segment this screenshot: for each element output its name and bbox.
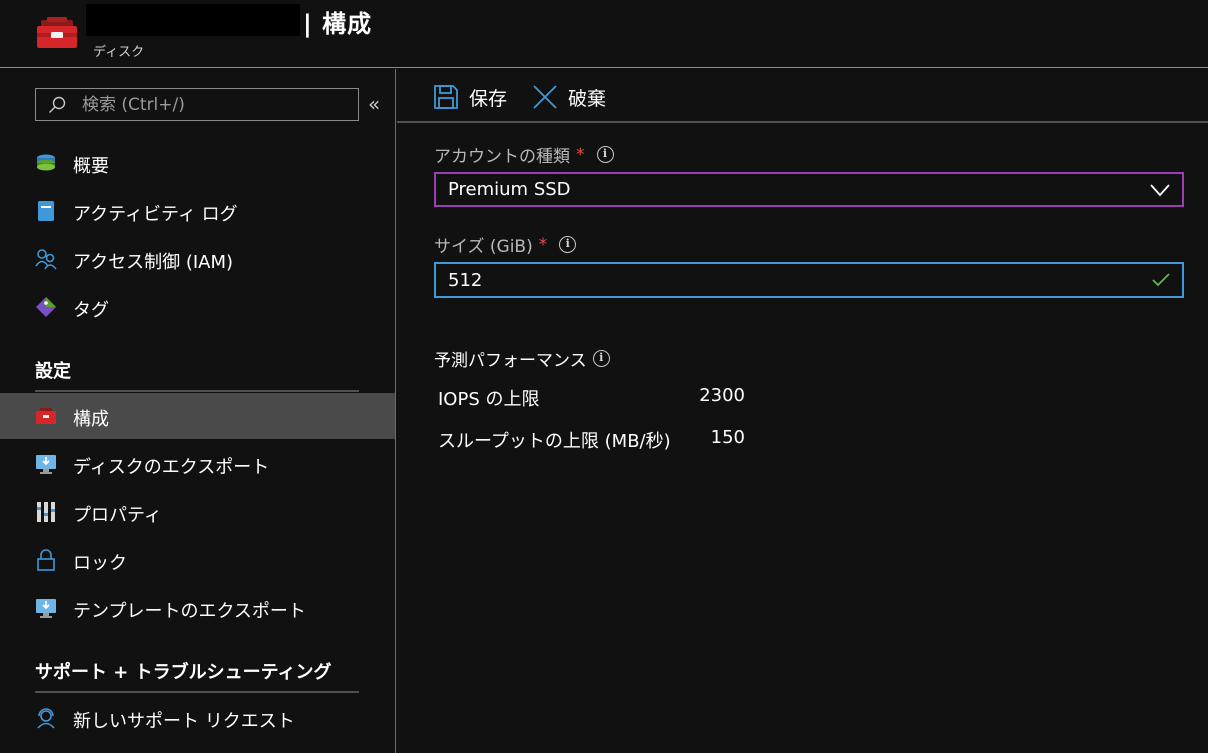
sidebar-nav: « 概要 アクティビティ ログ アクセス制御 (IAM) [0, 69, 396, 753]
iam-people-icon [35, 249, 57, 270]
sidebar-item-label: タグ [73, 300, 109, 321]
size-field[interactable] [434, 262, 1184, 298]
sidebar-item-tags[interactable]: タグ [0, 284, 395, 330]
discard-x-icon [533, 85, 557, 109]
account-type-dropdown[interactable]: Premium SSD [434, 172, 1184, 207]
sidebar-item-label: ディスクのエクスポート [73, 457, 270, 478]
throughput-limit-value: 150 [710, 427, 745, 448]
sidebar-item-disk-export[interactable]: ディスクのエクスポート [0, 441, 395, 487]
search-box[interactable] [35, 88, 359, 121]
command-bar: 保存 破棄 [397, 69, 1208, 123]
main-content: 保存 破棄 アカウントの種類 * i Premium SSD サイズ (GiB)… [397, 69, 1208, 753]
sidebar-item-iam[interactable]: アクセス制御 (IAM) [0, 236, 395, 282]
required-marker: * [538, 234, 548, 255]
section-header-support: サポート + トラブルシューティング [35, 662, 332, 683]
template-export-icon [36, 599, 56, 618]
disk-export-icon [36, 455, 56, 474]
sidebar-item-new-support-request[interactable]: 新しいサポート リクエスト [0, 695, 395, 741]
size-label: サイズ (GiB) * i [434, 232, 577, 257]
sidebar-item-configuration[interactable]: 構成 [0, 393, 395, 439]
throughput-limit-label: スループットの上限 (MB/秒) [438, 431, 671, 452]
overview-disk-icon [37, 154, 55, 171]
search-icon [49, 96, 66, 113]
sidebar-item-lock[interactable]: ロック [0, 537, 395, 583]
save-label: 保存 [469, 87, 508, 110]
collapse-sidebar-icon[interactable]: « [368, 94, 380, 114]
sidebar-item-label: プロパティ [73, 505, 162, 526]
search-input[interactable] [80, 93, 350, 117]
sidebar-item-label: 新しいサポート リクエスト [73, 711, 295, 732]
section-header-settings: 設定 [35, 361, 71, 382]
properties-icon [37, 502, 55, 522]
sidebar-item-label: アクセス制御 (IAM) [73, 252, 234, 273]
discard-button[interactable]: 破棄 [532, 83, 606, 111]
sidebar-item-label: ロック [73, 553, 127, 574]
tag-icon [36, 297, 56, 317]
sidebar-item-label: テンプレートのエクスポート [73, 601, 306, 622]
iops-limit-value: 2300 [699, 385, 745, 406]
sidebar-item-activity-log[interactable]: アクティビティ ログ [0, 188, 395, 234]
sidebar-item-label: 概要 [73, 156, 109, 177]
resource-type-subtitle: ディスク [93, 45, 145, 60]
sidebar-item-label: 構成 [73, 409, 109, 430]
page-title: | 構成 [303, 10, 373, 38]
save-button[interactable]: 保存 [433, 83, 507, 111]
account-type-label-text: アカウントの種類 [434, 147, 570, 167]
lock-icon [37, 549, 55, 571]
configuration-toolbox-icon [36, 408, 56, 424]
sidebar-item-label: アクティビティ ログ [73, 204, 238, 225]
discard-label: 破棄 [568, 87, 607, 110]
estimated-performance-heading: 予測パフォーマンス i [434, 346, 610, 371]
account-type-selected-value: Premium SSD [448, 179, 571, 200]
activity-log-icon [38, 201, 54, 221]
valid-check-icon [1152, 273, 1170, 287]
section-divider [35, 691, 359, 693]
iops-limit-label: IOPS の上限 [438, 389, 540, 410]
info-icon[interactable]: i [559, 236, 577, 253]
required-marker: * [576, 144, 585, 165]
size-input[interactable] [446, 268, 1126, 292]
section-divider [35, 390, 359, 392]
account-type-label: アカウントの種類 * i [434, 142, 614, 167]
size-label-text: サイズ (GiB) [434, 237, 533, 257]
toolbox-resource-icon [37, 17, 77, 48]
info-icon[interactable]: i [592, 350, 610, 367]
info-icon[interactable]: i [596, 146, 614, 163]
support-request-icon [37, 708, 55, 729]
blade-header: | 構成 ディスク [0, 0, 1208, 68]
save-icon [434, 85, 458, 109]
chevron-down-icon [1150, 184, 1170, 197]
sidebar-item-overview[interactable]: 概要 [0, 140, 395, 186]
redacted-resource-name [86, 4, 300, 36]
sidebar-item-template-export[interactable]: テンプレートのエクスポート [0, 585, 395, 631]
sidebar-item-properties[interactable]: プロパティ [0, 489, 395, 535]
estimated-performance-title: 予測パフォーマンス [434, 351, 587, 371]
